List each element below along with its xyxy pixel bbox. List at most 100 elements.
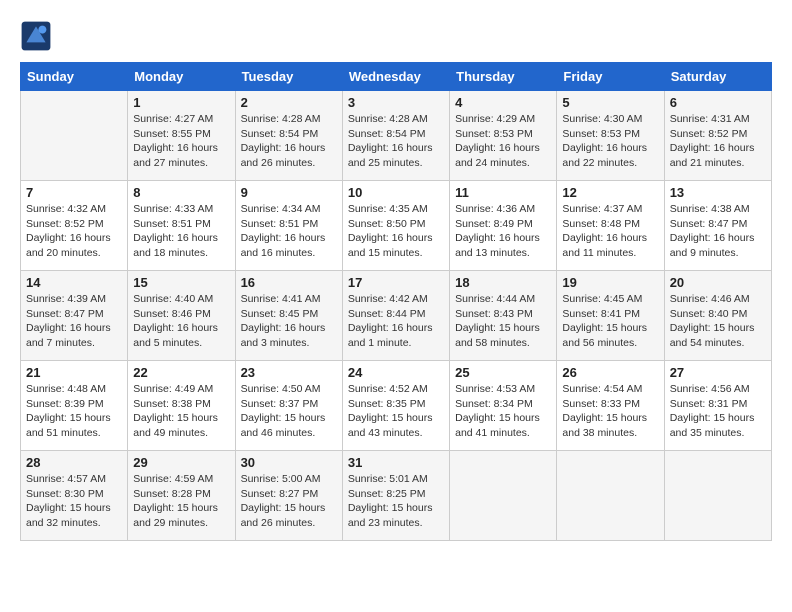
day-info: Sunrise: 4:49 AM Sunset: 8:38 PM Dayligh… [133,382,229,441]
day-info: Sunrise: 4:56 AM Sunset: 8:31 PM Dayligh… [670,382,766,441]
day-info: Sunrise: 5:01 AM Sunset: 8:25 PM Dayligh… [348,472,444,531]
day-number: 29 [133,455,229,470]
day-info: Sunrise: 4:39 AM Sunset: 8:47 PM Dayligh… [26,292,122,351]
day-number: 18 [455,275,551,290]
day-number: 9 [241,185,337,200]
weekday-header-monday: Monday [128,63,235,91]
day-info: Sunrise: 4:35 AM Sunset: 8:50 PM Dayligh… [348,202,444,261]
calendar-cell: 13 Sunrise: 4:38 AM Sunset: 8:47 PM Dayli… [664,181,771,271]
day-info: Sunrise: 4:40 AM Sunset: 8:46 PM Dayligh… [133,292,229,351]
calendar-cell: 10 Sunrise: 4:35 AM Sunset: 8:50 PM Dayli… [342,181,449,271]
logo [20,20,56,52]
calendar-cell: 24 Sunrise: 4:52 AM Sunset: 8:35 PM Dayli… [342,361,449,451]
day-info: Sunrise: 5:00 AM Sunset: 8:27 PM Dayligh… [241,472,337,531]
weekday-header-friday: Friday [557,63,664,91]
day-number: 24 [348,365,444,380]
calendar-week-row: 1 Sunrise: 4:27 AM Sunset: 8:55 PM Daylig… [21,91,772,181]
day-number: 21 [26,365,122,380]
calendar-cell: 16 Sunrise: 4:41 AM Sunset: 8:45 PM Dayli… [235,271,342,361]
logo-icon [20,20,52,52]
weekday-row: SundayMondayTuesdayWednesdayThursdayFrid… [21,63,772,91]
day-number: 6 [670,95,766,110]
calendar-cell [664,451,771,541]
calendar-table: SundayMondayTuesdayWednesdayThursdayFrid… [20,62,772,541]
calendar-week-row: 28 Sunrise: 4:57 AM Sunset: 8:30 PM Dayli… [21,451,772,541]
day-info: Sunrise: 4:36 AM Sunset: 8:49 PM Dayligh… [455,202,551,261]
calendar-cell: 26Sunrise: 4:54 AM Sunset: 8:33 PM Dayli… [557,361,664,451]
calendar-cell: 31 Sunrise: 5:01 AM Sunset: 8:25 PM Dayli… [342,451,449,541]
day-info: Sunrise: 4:31 AM Sunset: 8:52 PM Dayligh… [670,112,766,171]
day-number: 12 [562,185,658,200]
calendar-cell: 19 Sunrise: 4:45 AM Sunset: 8:41 PM Dayli… [557,271,664,361]
weekday-header-sunday: Sunday [21,63,128,91]
calendar-cell: 23Sunrise: 4:50 AM Sunset: 8:37 PM Dayli… [235,361,342,451]
day-number: 15 [133,275,229,290]
calendar-cell: 7 Sunrise: 4:32 AM Sunset: 8:52 PM Daylig… [21,181,128,271]
calendar-cell: 15 Sunrise: 4:40 AM Sunset: 8:46 PM Dayli… [128,271,235,361]
day-number: 16 [241,275,337,290]
day-info: Sunrise: 4:32 AM Sunset: 8:52 PM Dayligh… [26,202,122,261]
day-number: 2 [241,95,337,110]
day-info: Sunrise: 4:28 AM Sunset: 8:54 PM Dayligh… [241,112,337,171]
calendar-cell [557,451,664,541]
calendar-week-row: 21 Sunrise: 4:48 AM Sunset: 8:39 PM Dayli… [21,361,772,451]
calendar-cell: 2 Sunrise: 4:28 AM Sunset: 8:54 PM Daylig… [235,91,342,181]
calendar-cell: 6 Sunrise: 4:31 AM Sunset: 8:52 PM Daylig… [664,91,771,181]
day-number: 8 [133,185,229,200]
day-number: 13 [670,185,766,200]
day-info: Sunrise: 4:41 AM Sunset: 8:45 PM Dayligh… [241,292,337,351]
day-info: Sunrise: 4:57 AM Sunset: 8:30 PM Dayligh… [26,472,122,531]
day-info: Sunrise: 4:28 AM Sunset: 8:54 PM Dayligh… [348,112,444,171]
day-info: Sunrise: 4:44 AM Sunset: 8:43 PM Dayligh… [455,292,551,351]
weekday-header-saturday: Saturday [664,63,771,91]
calendar-body: 1 Sunrise: 4:27 AM Sunset: 8:55 PM Daylig… [21,91,772,541]
calendar-cell [21,91,128,181]
day-info: Sunrise: 4:34 AM Sunset: 8:51 PM Dayligh… [241,202,337,261]
day-info: Sunrise: 4:48 AM Sunset: 8:39 PM Dayligh… [26,382,122,441]
calendar-cell: 27Sunrise: 4:56 AM Sunset: 8:31 PM Dayli… [664,361,771,451]
calendar-cell: 11 Sunrise: 4:36 AM Sunset: 8:49 PM Dayli… [450,181,557,271]
day-info: Sunrise: 4:38 AM Sunset: 8:47 PM Dayligh… [670,202,766,261]
calendar-cell: 22Sunrise: 4:49 AM Sunset: 8:38 PM Dayli… [128,361,235,451]
calendar-week-row: 14 Sunrise: 4:39 AM Sunset: 8:47 PM Dayli… [21,271,772,361]
calendar-cell: 29 Sunrise: 4:59 AM Sunset: 8:28 PM Dayli… [128,451,235,541]
calendar-cell: 12Sunrise: 4:37 AM Sunset: 8:48 PM Dayli… [557,181,664,271]
day-info: Sunrise: 4:30 AM Sunset: 8:53 PM Dayligh… [562,112,658,171]
calendar-cell [450,451,557,541]
calendar-cell: 30 Sunrise: 5:00 AM Sunset: 8:27 PM Dayli… [235,451,342,541]
day-info: Sunrise: 4:59 AM Sunset: 8:28 PM Dayligh… [133,472,229,531]
day-number: 20 [670,275,766,290]
day-number: 28 [26,455,122,470]
day-number: 26 [562,365,658,380]
day-info: Sunrise: 4:33 AM Sunset: 8:51 PM Dayligh… [133,202,229,261]
day-number: 4 [455,95,551,110]
weekday-header-tuesday: Tuesday [235,63,342,91]
day-number: 31 [348,455,444,470]
page-header [20,20,772,52]
calendar-cell: 25Sunrise: 4:53 AM Sunset: 8:34 PM Dayli… [450,361,557,451]
calendar-cell: 1 Sunrise: 4:27 AM Sunset: 8:55 PM Daylig… [128,91,235,181]
calendar-cell: 21 Sunrise: 4:48 AM Sunset: 8:39 PM Dayli… [21,361,128,451]
calendar-cell: 17Sunrise: 4:42 AM Sunset: 8:44 PM Dayli… [342,271,449,361]
day-info: Sunrise: 4:42 AM Sunset: 8:44 PM Dayligh… [348,292,444,351]
day-info: Sunrise: 4:50 AM Sunset: 8:37 PM Dayligh… [241,382,337,441]
day-number: 30 [241,455,337,470]
day-number: 5 [562,95,658,110]
calendar-cell: 14 Sunrise: 4:39 AM Sunset: 8:47 PM Dayli… [21,271,128,361]
day-number: 14 [26,275,122,290]
day-info: Sunrise: 4:27 AM Sunset: 8:55 PM Dayligh… [133,112,229,171]
weekday-header-wednesday: Wednesday [342,63,449,91]
day-number: 19 [562,275,658,290]
calendar-cell: 3Sunrise: 4:28 AM Sunset: 8:54 PM Daylig… [342,91,449,181]
day-info: Sunrise: 4:29 AM Sunset: 8:53 PM Dayligh… [455,112,551,171]
day-number: 7 [26,185,122,200]
calendar-cell: 5 Sunrise: 4:30 AM Sunset: 8:53 PM Daylig… [557,91,664,181]
day-number: 1 [133,95,229,110]
day-info: Sunrise: 4:52 AM Sunset: 8:35 PM Dayligh… [348,382,444,441]
day-number: 11 [455,185,551,200]
day-number: 10 [348,185,444,200]
calendar-cell: 28 Sunrise: 4:57 AM Sunset: 8:30 PM Dayli… [21,451,128,541]
calendar-cell: 8 Sunrise: 4:33 AM Sunset: 8:51 PM Daylig… [128,181,235,271]
day-number: 25 [455,365,551,380]
day-info: Sunrise: 4:45 AM Sunset: 8:41 PM Dayligh… [562,292,658,351]
